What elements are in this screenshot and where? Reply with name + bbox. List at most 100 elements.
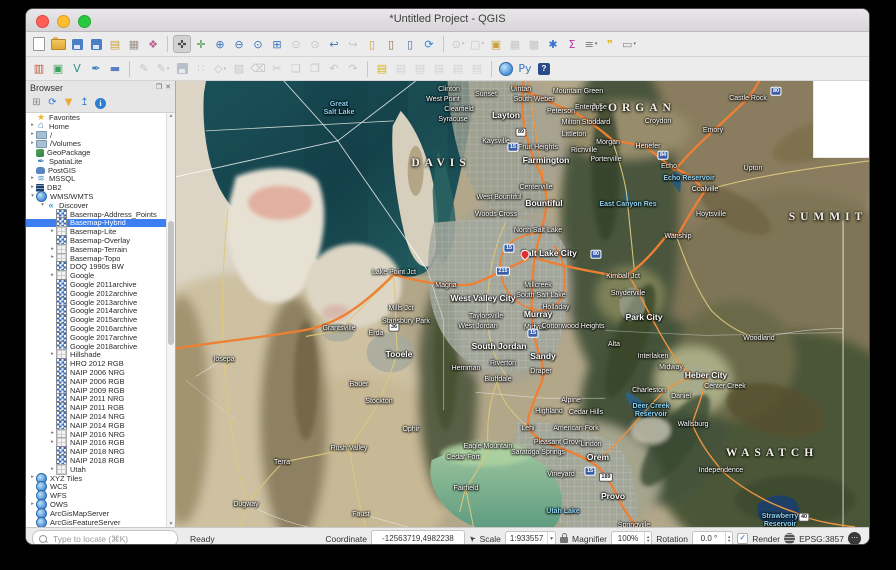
- layer-diagram-button[interactable]: ▤: [392, 60, 410, 78]
- tree-item-wfs[interactable]: WFS: [26, 490, 166, 502]
- metasearch-button[interactable]: [497, 60, 515, 78]
- zoom-native-button[interactable]: ⊙: [249, 35, 267, 53]
- labeling-option-3-button[interactable]: ▤: [449, 60, 467, 78]
- zoom-next-button[interactable]: ↪: [344, 35, 362, 53]
- tree-item-google-2013archive[interactable]: Google 2013archive: [26, 296, 166, 308]
- map-canvas[interactable]: DAVIS MORGAN SUMMIT WASATCH Clinton Sunset Uin…: [176, 81, 869, 527]
- dropdown-caret-icon[interactable]: ▾: [595, 41, 598, 47]
- map-tips-button[interactable]: ❞: [601, 35, 619, 53]
- labeling-option-1-button[interactable]: ▤: [411, 60, 429, 78]
- tree-item-basemap-overlay[interactable]: Basemap-Overlay: [26, 235, 166, 247]
- tree-item-google-2015archive[interactable]: Google 2015archive: [26, 314, 166, 326]
- scrollbar-thumb[interactable]: [168, 220, 174, 345]
- tree-item-naip-2011-rgb[interactable]: NAIP 2011 RGB: [26, 402, 166, 414]
- tree-item-basemap-terrain[interactable]: ▸ Basemap-Terrain: [26, 243, 166, 255]
- tree-item-google-2017archive[interactable]: Google 2017archive: [26, 331, 166, 343]
- layer-labeling-button[interactable]: ▤: [373, 60, 391, 78]
- expand-arrow-icon[interactable]: ▸: [49, 272, 56, 279]
- new-geopackage-layer-button[interactable]: ▣: [49, 60, 67, 78]
- tree-item-doq-1990s-bw[interactable]: DOQ 1990s BW: [26, 261, 166, 273]
- tree-item-volumes[interactable]: ▸ /Volumes: [26, 139, 166, 148]
- toggle-editing-button[interactable]: ✎: [135, 60, 153, 78]
- labeling-option-2-button[interactable]: ▤: [430, 60, 448, 78]
- tree-item-google-2016archive[interactable]: Google 2016archive: [26, 323, 166, 335]
- data-source-manager-button[interactable]: ▥: [30, 60, 48, 78]
- expand-arrow-icon[interactable]: ▸: [49, 352, 56, 358]
- expand-arrow-icon[interactable]: ▸: [29, 475, 36, 481]
- redo-button[interactable]: ↷: [344, 60, 362, 78]
- expand-arrow-icon[interactable]: ▸: [29, 184, 36, 191]
- tree-item-google-2011archive[interactable]: Google 2011archive: [26, 279, 166, 291]
- add-feature-button[interactable]: ∷: [192, 60, 210, 78]
- new-spatialite-layer-button[interactable]: ✒: [87, 60, 105, 78]
- tree-item-google-2012archive[interactable]: Google 2012archive: [26, 287, 166, 299]
- measure-button[interactable]: ≡ ▾: [582, 35, 600, 53]
- tree-item-google[interactable]: ▸ Google: [26, 270, 166, 282]
- show-bookmarks-button[interactable]: ▯: [382, 35, 400, 53]
- project-save-as-button[interactable]: [87, 35, 105, 53]
- tree-item-hro-2012-rgb[interactable]: HRO 2012 RGB: [26, 358, 166, 370]
- browser-properties-button[interactable]: [93, 96, 108, 111]
- tree-item-wcs[interactable]: WCS: [26, 481, 166, 493]
- tree-item-basemap-topo[interactable]: ▸ Basemap-Topo: [26, 252, 166, 264]
- scale-combo[interactable]: 1:933557 ▾: [504, 530, 557, 544]
- copy-features-button[interactable]: ❏: [287, 60, 305, 78]
- processing-toolbox-button[interactable]: ✱: [544, 35, 562, 53]
- help-button[interactable]: [535, 60, 553, 78]
- add-selected-layers-button[interactable]: ⊞: [29, 96, 44, 111]
- scroll-up-icon[interactable]: ▲: [167, 113, 175, 119]
- expand-arrow-icon[interactable]: ▸: [29, 132, 36, 138]
- expand-arrow-icon[interactable]: ▸: [29, 176, 36, 182]
- pan-map-button[interactable]: ✜: [173, 35, 191, 53]
- float-panel-button[interactable]: ❐: [156, 84, 162, 91]
- tree-item-arcgismapserver[interactable]: ArcGisMapServer: [26, 507, 166, 519]
- collapse-all-button[interactable]: ↥: [77, 96, 92, 111]
- python-console-button[interactable]: Py: [516, 60, 534, 78]
- tree-item-favorites[interactable]: Favorites: [26, 113, 166, 122]
- statistical-summary-button[interactable]: Σ: [563, 35, 581, 53]
- coordinate-input[interactable]: [370, 529, 465, 544]
- close-panel-button[interactable]: ✕: [165, 84, 171, 91]
- spinner-arrows-icon[interactable]: ▴ ▾: [724, 531, 732, 544]
- refresh-map-button[interactable]: ⟳: [420, 35, 438, 53]
- open-attribute-table-button[interactable]: ▦: [506, 35, 524, 53]
- current-edits-button[interactable]: ✎ ▾: [154, 60, 172, 78]
- expand-arrow-icon[interactable]: ▾: [39, 202, 46, 209]
- tree-item-ows[interactable]: ▸ OWS: [26, 498, 166, 510]
- new-bookmark-button[interactable]: ▯: [363, 35, 381, 53]
- tree-item-basemap-address-points[interactable]: Basemap-Address_Points: [26, 208, 166, 220]
- style-manager-button[interactable]: ❖: [144, 35, 162, 53]
- dropdown-caret-icon[interactable]: ▾: [462, 41, 465, 47]
- tree-item-utah[interactable]: ▸ Utah: [26, 463, 166, 475]
- expand-arrow-icon[interactable]: ▸: [29, 123, 36, 129]
- tree-item-spatialite[interactable]: SpatiaLite: [26, 157, 166, 166]
- undo-button[interactable]: ↶: [325, 60, 343, 78]
- cut-features-button[interactable]: ✂: [268, 60, 286, 78]
- tree-item-naip-2014-rgb[interactable]: NAIP 2014 RGB: [26, 419, 166, 431]
- identify-features-button[interactable]: ⊙ ▾: [449, 35, 467, 53]
- dropdown-caret-icon[interactable]: ▾: [223, 66, 226, 72]
- crs-label[interactable]: EPSG:3857: [799, 534, 844, 544]
- zoom-to-layer-button[interactable]: ⊙: [306, 35, 324, 53]
- bookmark-manager-button[interactable]: ▯: [401, 35, 419, 53]
- paste-features-button[interactable]: ❐: [306, 60, 324, 78]
- text-annotation-button[interactable]: ▭ ▾: [620, 35, 638, 53]
- tree-item-mssql[interactable]: ▸ MSSQL: [26, 174, 166, 183]
- tree-item-item[interactable]: ▸ /: [26, 131, 166, 140]
- tree-item-postgis[interactable]: PostGIS: [26, 166, 166, 175]
- messages-icon[interactable]: ⋯: [848, 532, 861, 544]
- tree-item-naip-2009-rgb[interactable]: NAIP 2009 RGB: [26, 384, 166, 396]
- expand-arrow-icon[interactable]: ▾: [29, 193, 36, 200]
- extents-toggle-icon[interactable]: ➤: [467, 533, 478, 544]
- tree-item-basemap-hybrid[interactable]: Basemap-Hybrid: [26, 217, 166, 229]
- scroll-down-icon[interactable]: ▼: [167, 521, 175, 527]
- new-shapefile-layer-button[interactable]: V: [68, 60, 86, 78]
- field-calculator-button[interactable]: ▩: [525, 35, 543, 53]
- tree-scrollbar[interactable]: ▲ ▼: [166, 113, 175, 527]
- rotation-spinner[interactable]: 0.0 ° ▴ ▾: [691, 530, 734, 544]
- tree-item-naip-2018-nrg[interactable]: NAIP 2018 NRG: [26, 446, 166, 458]
- deselect-features-button[interactable]: ▣: [487, 35, 505, 53]
- labeling-option-4-button[interactable]: ▤: [468, 60, 486, 78]
- pan-to-selection-button[interactable]: ✛: [192, 35, 210, 53]
- tree-item-home[interactable]: ▸ Home: [26, 122, 166, 131]
